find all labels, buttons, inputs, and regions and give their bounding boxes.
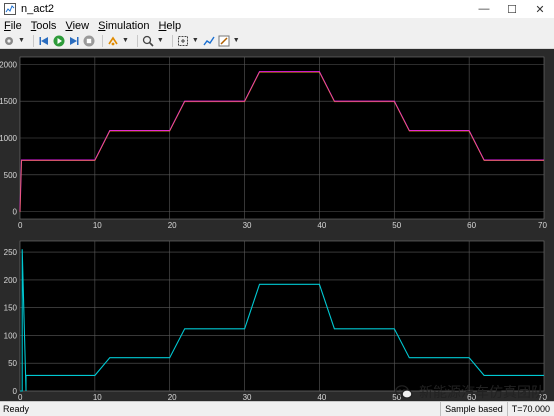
- minimize-button[interactable]: —: [470, 0, 498, 18]
- watermark-text: 新能源汽车仿真团队: [419, 385, 545, 401]
- x-tick-label: 40: [317, 221, 326, 230]
- plot-area: 0 10 20 30 40 50 60 70 0 500 1000 1500 2000 0 10 20 30 40…: [0, 49, 554, 402]
- x-tick-label: 0: [18, 393, 23, 401]
- y-tick-label: 150: [4, 304, 18, 313]
- menu-simulation[interactable]: Simulation: [98, 20, 149, 32]
- y-tick-label: 0: [13, 208, 18, 217]
- status-time: T=70.000: [506, 402, 554, 416]
- menu-file[interactable]: File: [4, 20, 22, 32]
- x-tick-label: 20: [168, 221, 177, 230]
- run-icon[interactable]: [53, 35, 65, 47]
- y-tick-label: 1000: [0, 134, 18, 143]
- title-bar: n_act2 — ☐ ✕: [0, 0, 554, 18]
- x-tick-label: 20: [168, 393, 177, 401]
- x-tick-label: 60: [467, 221, 476, 230]
- watermark: 新能源汽车仿真团队: [395, 382, 545, 402]
- style-dropdown-icon[interactable]: ▼: [233, 37, 240, 44]
- x-tick-label: 30: [243, 393, 252, 401]
- settings-icon[interactable]: [3, 35, 15, 47]
- autoscale-icon[interactable]: [177, 35, 189, 47]
- toolbar-separator: [32, 34, 34, 47]
- menu-view[interactable]: View: [65, 20, 89, 32]
- cursor-measure-icon[interactable]: [203, 35, 215, 47]
- menu-tools[interactable]: Tools: [31, 20, 57, 32]
- y-tick-label: 500: [4, 171, 18, 180]
- toolbar-separator: [101, 34, 103, 47]
- scope-app-icon: [4, 3, 16, 15]
- x-tick-label: 40: [317, 393, 326, 401]
- y-tick-label: 100: [4, 331, 18, 340]
- step-forward-icon[interactable]: [68, 35, 80, 47]
- x-tick-label: 70: [538, 221, 547, 230]
- settings-dropdown-icon[interactable]: ▼: [18, 37, 25, 44]
- x-tick-label: 10: [93, 221, 102, 230]
- stop-icon[interactable]: [83, 35, 95, 47]
- maximize-button[interactable]: ☐: [498, 0, 526, 18]
- y-tick-label: 50: [8, 359, 17, 368]
- zoom-icon[interactable]: [142, 35, 154, 47]
- axes-frame-2: [19, 240, 545, 392]
- status-sample-mode: Sample based: [440, 402, 507, 416]
- style-icon[interactable]: [218, 35, 230, 47]
- highlight-icon[interactable]: [107, 35, 119, 47]
- wechat-logo-icon: [395, 385, 413, 399]
- x-tick-label: 0: [18, 221, 23, 230]
- menu-help[interactable]: Help: [158, 20, 181, 32]
- y-tick-label: 1500: [0, 97, 18, 106]
- toolbar: ▼ ▼ ▼ ▼ ▼: [0, 33, 554, 49]
- y-tick-label: 2000: [0, 60, 18, 69]
- toolbar-separator: [171, 34, 173, 47]
- y-tick-label: 0: [13, 387, 18, 396]
- status-bar: Ready Sample based T=70.000: [0, 401, 554, 416]
- window-title: n_act2: [21, 3, 55, 15]
- status-ready: Ready: [3, 404, 30, 414]
- menu-bar: File Tools View Simulation Help: [0, 18, 554, 33]
- y-tick-label: 250: [4, 248, 18, 257]
- highlight-dropdown-icon[interactable]: ▼: [122, 37, 129, 44]
- scope-plots: 0 10 20 30 40 50 60 7005001000150020000 10 20 30 40…: [0, 56, 547, 402]
- step-back-icon[interactable]: [38, 35, 50, 47]
- zoom-dropdown-icon[interactable]: ▼: [157, 37, 164, 44]
- toolbar-separator: [136, 34, 138, 47]
- autoscale-dropdown-icon[interactable]: ▼: [192, 37, 199, 44]
- x-tick-label: 50: [392, 221, 401, 230]
- x-tick-label: 10: [93, 393, 102, 401]
- y-tick-label: 200: [4, 276, 18, 285]
- x-tick-label: 30: [243, 221, 252, 230]
- close-button[interactable]: ✕: [526, 0, 554, 18]
